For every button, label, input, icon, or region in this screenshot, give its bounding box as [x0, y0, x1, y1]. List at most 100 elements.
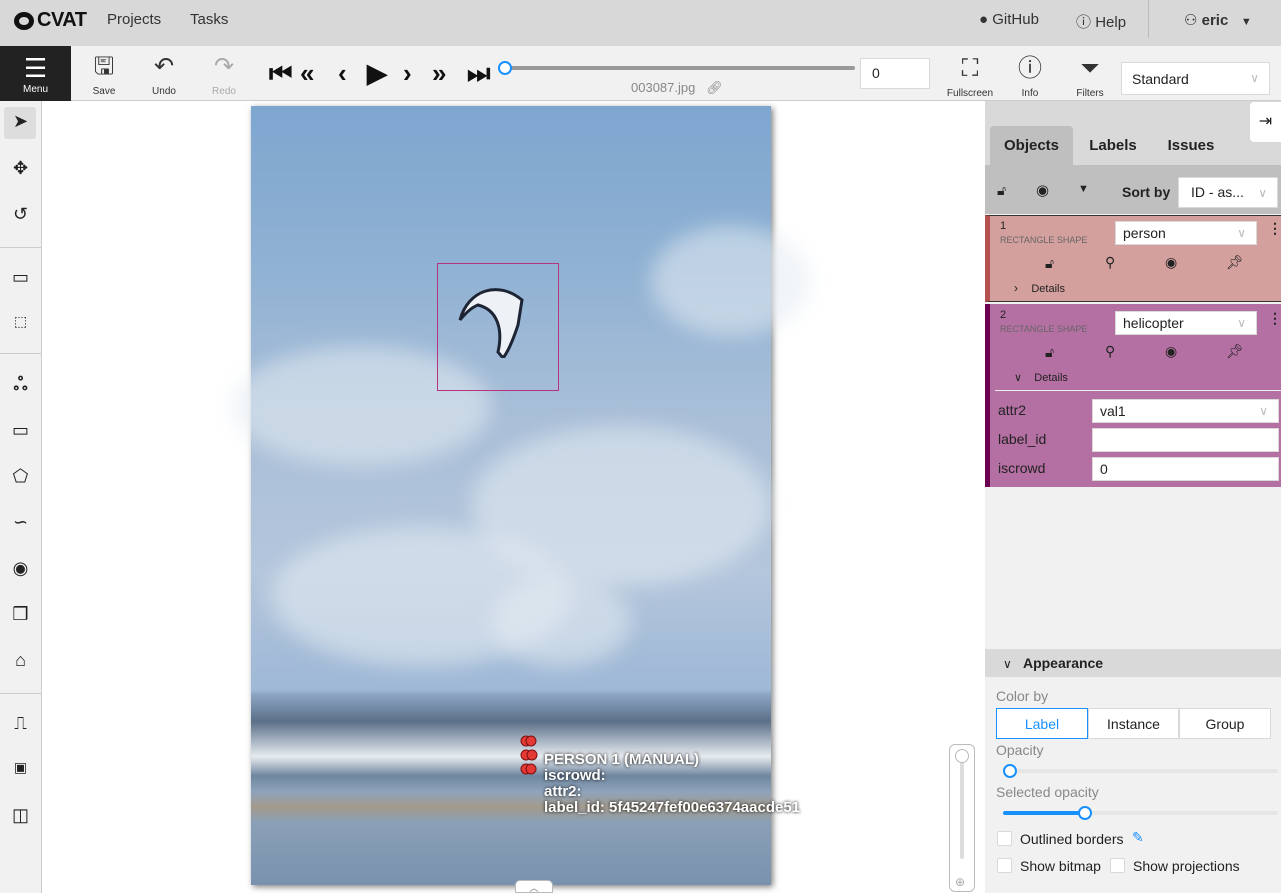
object-id: 1 [1000, 220, 1007, 232]
nav-projects[interactable]: Projects [107, 11, 161, 28]
user-icon[interactable]: ⚲ [1105, 254, 1115, 271]
sort-select[interactable]: ID - as... ∨ [1178, 177, 1278, 208]
play-icon[interactable]: ▶ [367, 58, 387, 88]
ai-tools-icon[interactable]: ஃ [0, 374, 41, 397]
pin-icon[interactable]: 📌︎ [1226, 254, 1244, 271]
details-label: Details [1031, 283, 1065, 295]
save-button[interactable]: 🖫 Save [86, 52, 122, 97]
frame-slider[interactable] [505, 66, 855, 70]
object-item-1[interactable]: 1 RECTANGLE SHAPE person ∨ ⋮ 🔓︎ ⚲ ◉ 📌︎ › … [985, 215, 1281, 302]
lock-all-icon[interactable]: 🔓︎ [997, 182, 1006, 199]
tab-issues[interactable]: Issues [1156, 126, 1226, 165]
caret-down-icon[interactable]: ▼ [1078, 183, 1089, 195]
next-frame-icon[interactable]: › [403, 58, 412, 88]
details-toggle[interactable]: ∨ Details [1014, 371, 1068, 384]
label-select[interactable]: person ∨ [1115, 221, 1257, 245]
move-icon[interactable]: ✥ [0, 158, 41, 179]
opacity-slider-handle[interactable] [1003, 764, 1017, 778]
user-menu[interactable]: ⚇ eric ▼ [1184, 11, 1252, 29]
objects-header: 🔓︎ ◉ ▼ Sort by ID - as... ∨ [985, 165, 1281, 214]
opacity-slider[interactable] [1003, 769, 1278, 773]
color-picker-icon[interactable]: ✎ [1132, 829, 1144, 846]
filter-icon: ⏷ [1080, 55, 1100, 82]
filters-button[interactable]: ⏷ Filters [1072, 54, 1108, 99]
details-toggle[interactable]: › Details [1014, 281, 1065, 295]
selected-opacity-slider-handle[interactable] [1078, 806, 1092, 820]
more-icon[interactable]: ⋮ [1268, 220, 1281, 237]
selected-opacity-slider[interactable] [1003, 811, 1278, 815]
workspace-select[interactable]: Standard ∨ [1121, 62, 1270, 95]
link-icon[interactable]: 🔗︎ [706, 80, 723, 95]
show-bitmap-checkbox[interactable] [997, 858, 1012, 873]
cvat-logo[interactable]: CVAT [14, 9, 87, 32]
expand-bottom-button[interactable]: ︿ [515, 880, 553, 893]
person-shape-points[interactable] [518, 734, 544, 778]
selected-opacity-fill [1003, 811, 1085, 815]
fit-icon[interactable]: ▭ [0, 267, 41, 288]
zoom-handle[interactable] [955, 749, 969, 763]
eye-all-icon[interactable]: ◉ [1036, 181, 1049, 199]
prev-frame-icon[interactable]: ‹ [338, 58, 347, 88]
color-by-instance-button[interactable]: Instance [1088, 708, 1179, 739]
sort-value: ID - as... [1191, 184, 1244, 200]
menu-button[interactable]: ☰ Menu [0, 46, 71, 101]
divider [995, 390, 1281, 391]
color-by-label-button[interactable]: Label [996, 708, 1088, 739]
outlined-borders-checkbox[interactable] [997, 831, 1012, 846]
fullscreen-button[interactable]: ⛶ Fullscreen [945, 54, 995, 99]
more-icon[interactable]: ⋮ [1268, 310, 1281, 327]
bounding-box-helicopter[interactable] [437, 263, 559, 391]
eye-icon[interactable]: ◉ [1165, 343, 1177, 360]
help-label: Help [1095, 14, 1127, 31]
tab-objects[interactable]: Objects [990, 126, 1073, 165]
polygon-icon[interactable]: ⬠ [0, 466, 41, 487]
fast-back-icon[interactable]: « [300, 58, 314, 88]
zoom-slider[interactable]: ⊕ [949, 744, 975, 892]
group-icon[interactable]: ▣ [0, 759, 41, 776]
attribute-name: label_id [998, 431, 1047, 447]
nav-tasks[interactable]: Tasks [190, 11, 228, 28]
show-projections-label: Show projections [1133, 858, 1240, 874]
zoom-region-icon[interactable]: ⬚ [0, 313, 41, 330]
merge-icon[interactable]: ⎍ [0, 713, 41, 734]
attribute-name: attr2 [998, 402, 1027, 418]
appearance-title: Appearance [1022, 655, 1104, 671]
selected-opacity-label: Selected opacity [996, 784, 1099, 800]
redo-button[interactable]: ↷ Redo [206, 52, 242, 97]
polyline-icon[interactable]: ∽ [0, 512, 41, 533]
show-projections-checkbox[interactable] [1110, 858, 1125, 873]
attr2-select[interactable]: val1 ∨ [1092, 399, 1279, 423]
frame-number-input[interactable]: 0 [860, 58, 930, 89]
rotate-icon[interactable]: ↺ [0, 204, 41, 225]
lock-icon[interactable]: 🔓︎ [1045, 344, 1054, 361]
annotation-title: PERSON 1 (MANUAL) [544, 751, 700, 768]
collapse-sidebar-button[interactable]: ⇥ [1250, 102, 1281, 142]
color-by-group-button[interactable]: Group [1179, 708, 1271, 739]
rectangle-icon[interactable]: ▭ [0, 420, 41, 441]
iscrowd-input[interactable]: 0 [1092, 457, 1279, 481]
eye-icon[interactable]: ◉ [1165, 254, 1177, 271]
help-link[interactable]: ⓘ Help [1076, 11, 1126, 32]
tag-icon[interactable]: ⌂ [0, 650, 41, 671]
appearance-header[interactable]: ∨ Appearance [985, 649, 1281, 677]
fast-forward-icon[interactable]: » [432, 58, 446, 88]
label-id-input[interactable] [1092, 428, 1279, 452]
label-select[interactable]: helicopter ∨ [1115, 311, 1257, 335]
points-icon[interactable]: ◉ [0, 558, 41, 579]
user-icon[interactable]: ⚲ [1105, 343, 1115, 360]
info-label: Info [1021, 88, 1039, 99]
last-frame-icon[interactable]: ⏭ [467, 58, 490, 88]
tab-labels[interactable]: Labels [1080, 126, 1146, 165]
info-button[interactable]: ⓘ Info [1012, 54, 1048, 99]
fullscreen-label: Fullscreen [946, 88, 994, 99]
cuboid-icon[interactable]: ❒ [0, 604, 41, 625]
lock-icon[interactable]: 🔓︎ [1045, 255, 1054, 272]
undo-button[interactable]: ↶ Undo [146, 52, 182, 97]
first-frame-icon[interactable]: ⏮ [269, 58, 292, 88]
frame-slider-handle[interactable] [498, 61, 512, 75]
github-link[interactable]: ● GitHub [979, 11, 1039, 28]
pin-icon[interactable]: 📌︎ [1226, 343, 1244, 360]
zoom-in-icon[interactable]: ⊕ [955, 875, 965, 889]
cursor-icon[interactable]: ➤ [0, 111, 41, 132]
split-icon[interactable]: ◫ [0, 805, 41, 826]
